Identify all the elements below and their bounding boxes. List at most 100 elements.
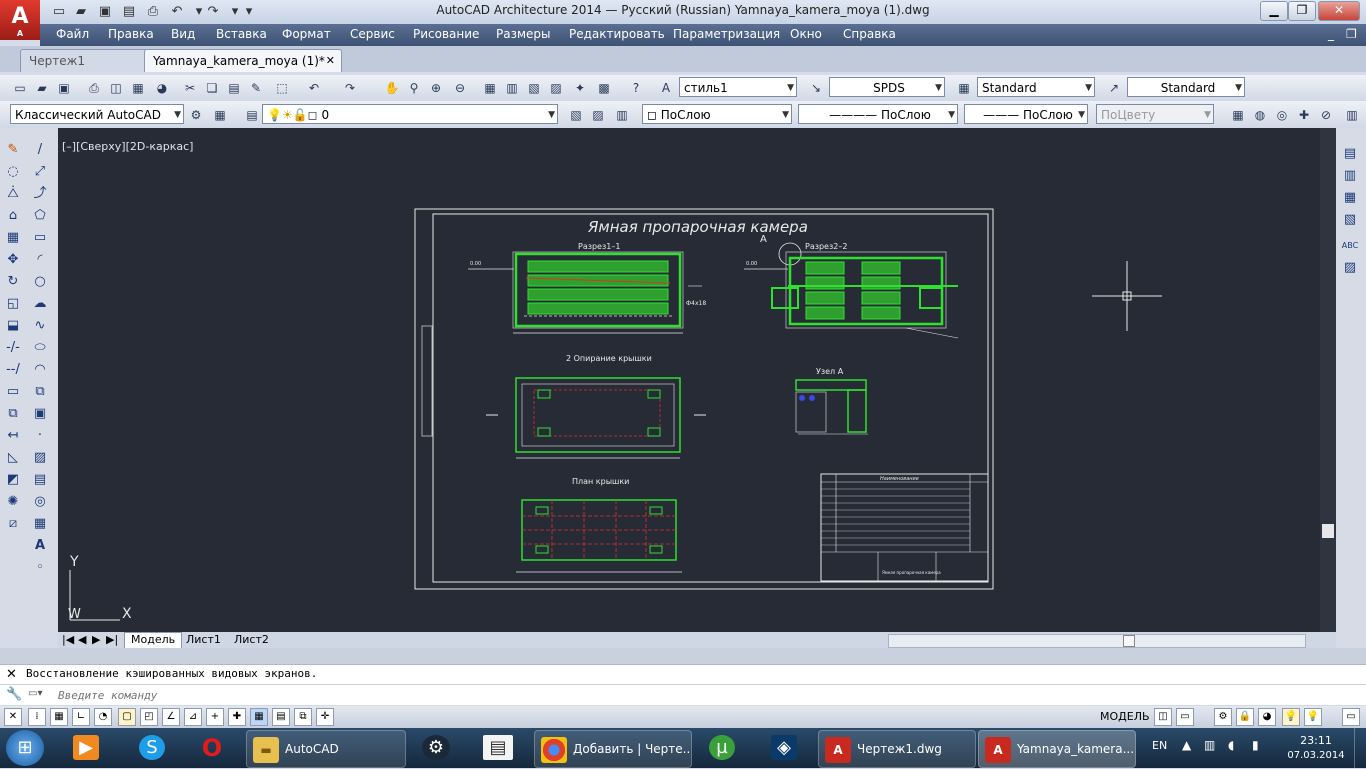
quickcalc-icon[interactable]: ▩ [594,78,614,98]
next-layout-icon[interactable]: ▶ [92,633,100,647]
dynamic-ucs-icon[interactable]: ⊿ [184,708,202,726]
taskbar-drawing1[interactable]: A Чертеж1.dwg [818,730,976,768]
3d-print-icon[interactable]: ◕ [152,78,172,98]
menu-modify[interactable]: Редактировать [569,27,665,41]
paste-icon[interactable]: ▤ [224,78,244,98]
polygon-icon[interactable]: ⬠ [30,206,50,226]
arc-icon[interactable]: ◜ [30,250,50,270]
scale-icon[interactable]: ◱ [3,294,23,314]
menu-window[interactable]: Окно [790,27,822,41]
open-icon[interactable]: ▰ [32,78,52,98]
menu-insert[interactable]: Вставка [216,27,267,41]
render-icon[interactable]: ◍ [1250,105,1270,125]
prev-layout-icon[interactable]: ◀ [78,633,86,647]
find-replace-icon[interactable]: ▨ [1340,258,1360,278]
multiline-text-icon[interactable]: A [30,536,50,556]
spline-icon[interactable]: ∿ [30,316,50,336]
maximize-button[interactable]: ❐ [1288,1,1316,21]
delete-layer-icon[interactable]: ⊘ [1316,105,1336,125]
menu-file[interactable]: Файл [56,27,89,41]
revision-cloud-icon[interactable]: ☁ [30,294,50,314]
print-icon[interactable]: ⎙ [144,3,162,21]
multileader-style-icon[interactable]: ↗ [1104,78,1124,98]
construction-line-icon[interactable]: ⤢ [30,162,50,182]
notepad-icon[interactable]: ▤ [472,730,524,766]
layer-select[interactable]: 💡☀🔓◻ 0 ▼ [262,104,558,124]
edit-polyline-icon[interactable]: ⧄ [3,514,23,534]
move-icon[interactable]: ✥ [3,250,23,270]
hatch-icon[interactable]: ▨ [30,448,50,468]
save-as-icon[interactable]: ▤ [120,3,138,21]
status-menu-icon[interactable]: ▭ [1342,708,1360,726]
materials-icon[interactable]: ◎ [1272,105,1292,125]
taskbar-autocad-folder[interactable]: ▬ AutoCAD [246,730,406,768]
menu-tools[interactable]: Сервис [350,27,395,41]
match-prop-icon[interactable]: ✎ [3,140,23,160]
fillet-icon[interactable]: ◺ [3,448,23,468]
table-style-select[interactable]: Standard ▼ [977,77,1095,97]
utorrent-icon[interactable]: µ [696,730,748,766]
make-current-layer-icon[interactable]: ▧ [566,105,586,125]
tab-model[interactable]: Модель [124,632,183,649]
abc-text-icon[interactable]: ABC [1340,236,1360,256]
annotation-monitor-icon[interactable]: ✛ [316,708,334,726]
show-desktop-button[interactable] [1354,728,1366,768]
region-icon[interactable]: ◎ [30,492,50,512]
dim-style-icon[interactable]: ↘ [806,78,826,98]
workspace-select[interactable]: Классический AutoCAD ▼ [10,104,184,124]
tab-yamnaya-kamera[interactable]: Yamnaya_kamera_moya (1)* ✕ [144,49,342,72]
tool-palettes-icon[interactable]: ▧ [524,78,544,98]
insert-block-icon[interactable]: ⧉ [30,382,50,402]
help-icon[interactable]: ? [626,78,646,98]
erase-icon[interactable]: ◌ [3,162,23,182]
quick-view-drawings-icon[interactable]: ▭ [1176,708,1194,726]
minimize-button[interactable]: ▁ [1260,1,1288,21]
markup-icon[interactable]: ✦ [570,78,590,98]
ellipse-icon[interactable]: ⬭ [30,338,50,358]
vertical-scroll-thumb[interactable] [1322,524,1334,538]
quick-properties-icon[interactable]: ▤ [272,708,290,726]
text-style-select[interactable]: стиль1 ▼ [679,77,797,97]
lineweight-display-icon[interactable]: ✚ [228,708,246,726]
menu-view[interactable]: Вид [171,27,195,41]
power-icon[interactable]: ▮ [1252,738,1259,752]
menu-format[interactable]: Формат [282,27,331,41]
drawing-canvas[interactable]: [–][Сверху][2D-каркас] Ямная пропарочная… [58,128,1336,632]
view-cube-icon[interactable]: ▦ [1228,105,1248,125]
mirror-icon[interactable]: ⧊ [3,184,23,204]
taskbar-chrome[interactable]: Добавить | Черте... [534,730,692,768]
point-icon[interactable]: · [30,426,50,446]
layer-match-icon[interactable]: ▥ [612,105,632,125]
explode-icon[interactable]: ✺ [3,492,23,512]
app-blue-icon[interactable]: ◈ [758,730,810,766]
doc-minimize-icon[interactable]: _ [1328,27,1334,41]
redo-icon[interactable]: ↷ [340,78,360,98]
opera-icon[interactable]: O [186,730,238,766]
array-icon[interactable]: ▦ [3,228,23,248]
cut-icon[interactable]: ✂ [180,78,200,98]
viewport-icon-2[interactable]: ▥ [1340,166,1360,186]
customize-quick-access-icon[interactable]: ▾ [240,3,258,21]
new-icon[interactable]: ▭ [10,78,30,98]
circle-icon[interactable]: ○ [30,272,50,292]
command-history-dropdown-icon[interactable]: ▭▾ [28,688,42,699]
blend-icon[interactable]: ◩ [3,470,23,490]
lock-ui-icon[interactable]: 🔒 [1236,708,1254,726]
publish-icon[interactable]: ▦ [128,78,148,98]
ellipse-arc-icon[interactable]: ◠ [30,360,50,380]
sheet-set-icon[interactable]: ▨ [546,78,566,98]
tab-sheet1[interactable]: Лист1 [186,633,221,647]
rectangle-icon[interactable]: ▭ [30,228,50,248]
text-style-icon[interactable]: A [656,78,676,98]
start-button[interactable]: ⊞ [6,730,44,766]
workspace-customize-icon[interactable]: ▦ [210,105,230,125]
3d-osnap-icon[interactable]: ◰ [140,708,158,726]
linetype-select[interactable]: ———— ПоСлою ▼ [798,104,958,124]
offset-icon[interactable]: ⌂ [3,206,23,226]
media-player-icon[interactable]: ▶ [60,730,112,766]
design-center-icon[interactable]: ▥ [502,78,522,98]
workspace-settings-icon[interactable]: ⚙ [186,105,206,125]
gradient-icon[interactable]: ▤ [30,470,50,490]
undo-icon[interactable]: ↶ [304,78,324,98]
quick-view-layouts-icon[interactable]: ◫ [1154,708,1172,726]
